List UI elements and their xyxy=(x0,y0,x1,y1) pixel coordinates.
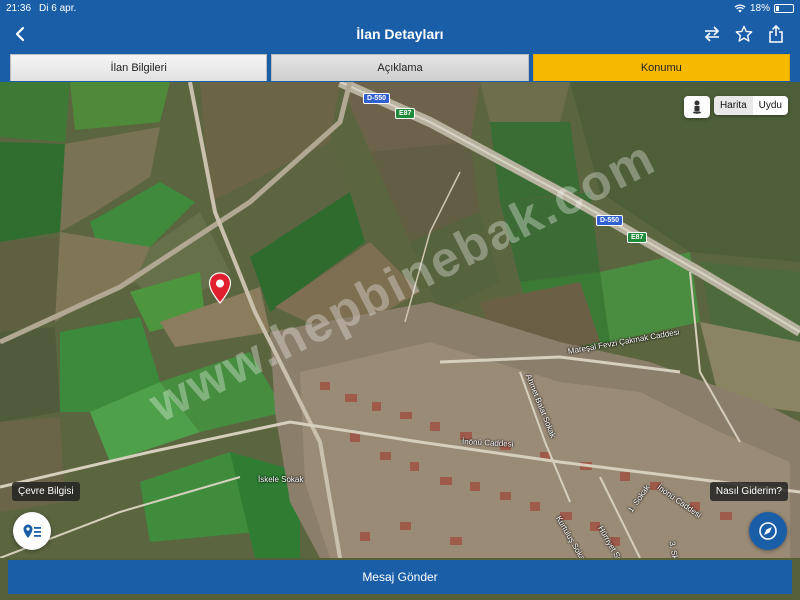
tab-konumu[interactable]: Konumu xyxy=(532,54,790,81)
star-icon xyxy=(735,25,753,42)
environment-info-button[interactable]: Çevre Bilgisi xyxy=(12,482,80,501)
swap-arrows-icon xyxy=(704,26,720,42)
compare-button[interactable] xyxy=(702,22,722,46)
nearby-places-button[interactable] xyxy=(13,512,51,550)
map-type-toggle: Harita Uydu xyxy=(713,96,788,115)
navigation-bar: İlan Detayları xyxy=(0,16,800,52)
favorite-button[interactable] xyxy=(734,22,754,46)
location-list-icon xyxy=(23,524,41,538)
location-pin-icon[interactable] xyxy=(208,272,232,304)
back-button[interactable] xyxy=(8,22,32,46)
battery-percent: 18% xyxy=(749,2,770,14)
road-shield-e87: E87 xyxy=(395,108,416,119)
status-time: 21:36 xyxy=(6,2,32,14)
satellite-imagery xyxy=(0,82,800,558)
status-bar: 21:36 Di 6 apr. 18% xyxy=(0,0,800,16)
share-button[interactable] xyxy=(766,22,786,46)
share-icon xyxy=(769,25,783,43)
map-type-harita[interactable]: Harita xyxy=(713,96,753,115)
map-type-uydu[interactable]: Uydu xyxy=(753,96,788,115)
street-label-iskele: İskele Sokak xyxy=(258,475,304,484)
chevron-left-icon xyxy=(15,26,25,42)
road-shield-e87: E87 xyxy=(627,232,648,243)
pegman-icon xyxy=(693,100,701,114)
road-shield-d550: D-550 xyxy=(363,93,391,104)
tab-ilan-bilgileri[interactable]: İlan Bilgileri xyxy=(10,54,268,81)
map-view[interactable]: www.hepbinebak.com Harita Uydu D-550 E87… xyxy=(0,82,800,558)
wifi-icon xyxy=(734,4,746,12)
tab-aciklama[interactable]: Açıklama xyxy=(271,54,529,81)
road-shield-d550: D-550 xyxy=(596,215,624,226)
street-view-button[interactable] xyxy=(684,96,710,118)
directions-button[interactable]: Nasıl Giderim? xyxy=(709,482,788,501)
tab-bar: İlan Bilgileri Açıklama Konumu xyxy=(0,52,800,82)
status-date: Di 6 apr. xyxy=(39,2,77,14)
send-message-button[interactable]: Mesaj Gönder xyxy=(8,560,792,594)
page-title: İlan Detayları xyxy=(356,26,444,42)
bottom-action-bar: Mesaj Gönder xyxy=(0,558,800,600)
navigate-button[interactable] xyxy=(749,512,787,550)
battery-icon xyxy=(774,3,794,13)
compass-icon xyxy=(759,522,777,540)
